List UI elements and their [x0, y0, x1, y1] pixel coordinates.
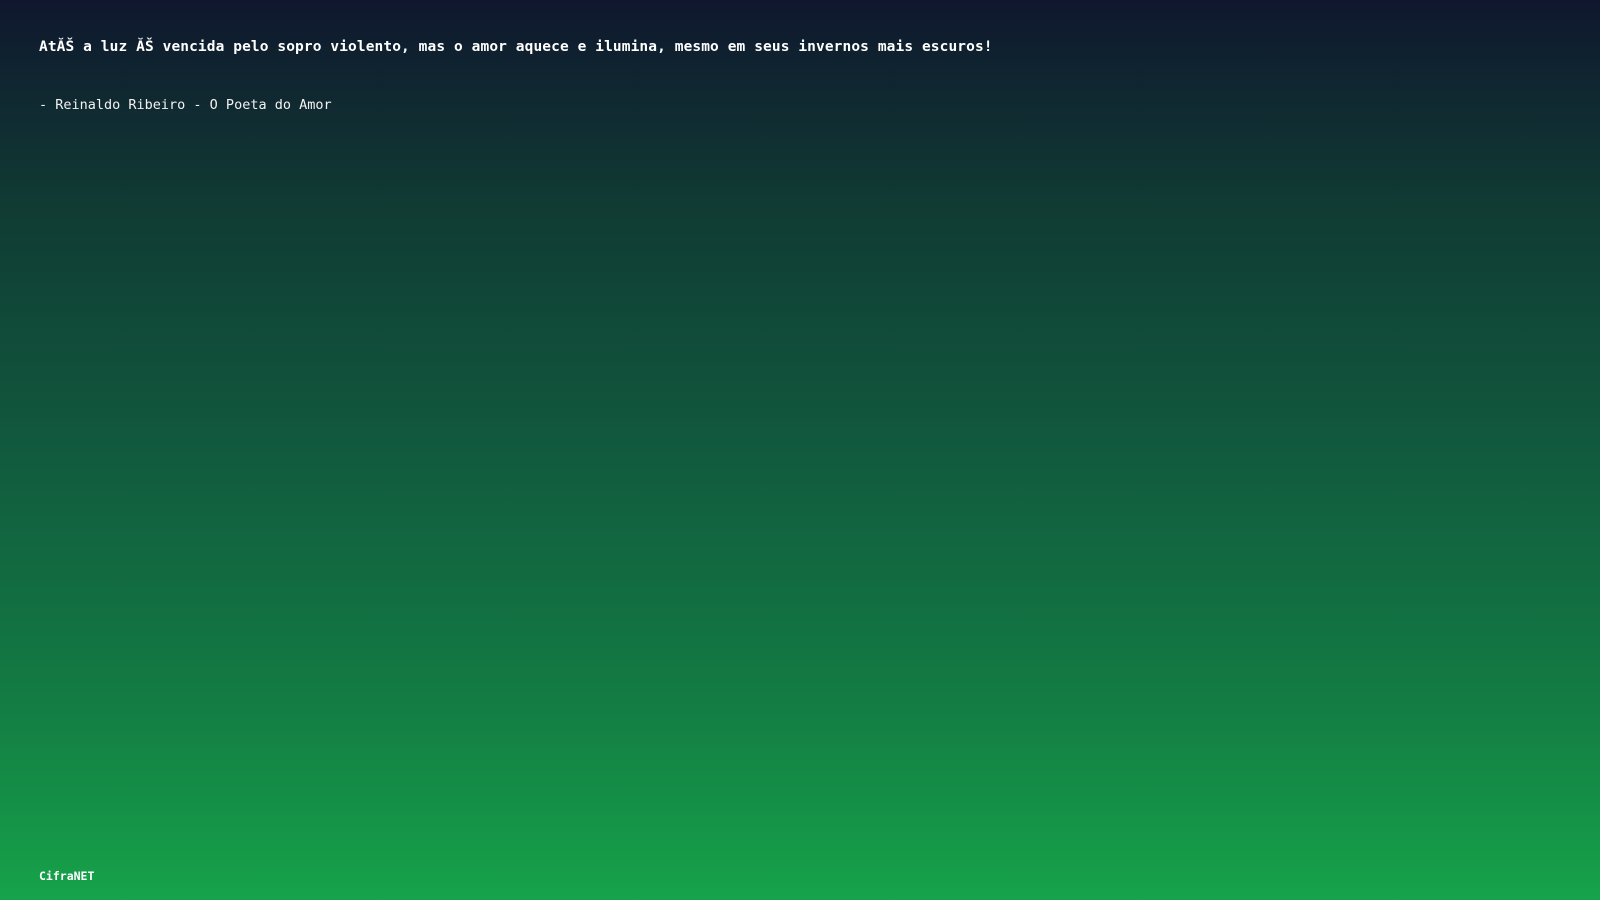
quote-text: AtĂŠ a luz ĂŠ vencida pelo sopro violent…: [39, 39, 993, 55]
quote-author: - Reinaldo Ribeiro - O Poeta do Amor: [39, 97, 332, 113]
brand-logo-text: CifraNET: [39, 869, 95, 883]
quote-block: AtĂŠ a luz ĂŠ vencida pelo sopro violent…: [39, 37, 1439, 114]
